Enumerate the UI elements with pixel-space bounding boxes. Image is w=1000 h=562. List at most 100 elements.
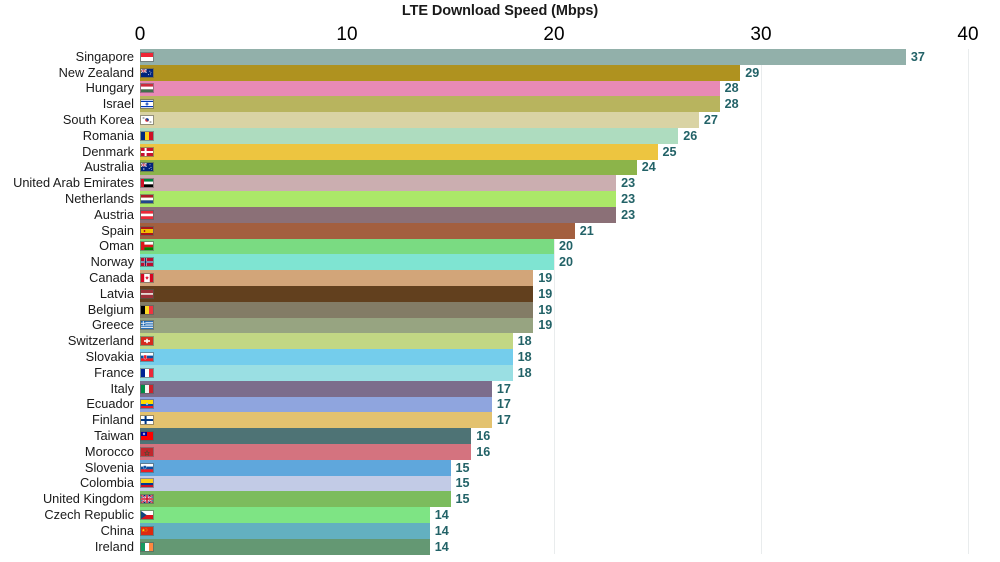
x-tick-label: 30: [750, 24, 772, 45]
country-label: Taiwan: [94, 428, 134, 444]
table-row: China 14: [0, 523, 1000, 539]
greece-flag: [140, 320, 154, 331]
country-label: Morocco: [84, 443, 134, 459]
bar: [140, 444, 472, 460]
oman-flag: [140, 241, 154, 252]
country-label: China: [100, 522, 134, 538]
bar: [140, 286, 534, 302]
country-label: Israel: [102, 96, 134, 112]
australia-flag: [140, 162, 154, 173]
table-row: Oman 20: [0, 238, 1000, 255]
table-row: South Korea 27: [0, 112, 1000, 128]
hungary-flag: [140, 83, 154, 94]
bar: [140, 538, 430, 555]
x-tick-label: 20: [543, 24, 565, 45]
table-row: Ecuador 17: [0, 396, 1000, 413]
bar-value-label: 20: [559, 239, 574, 254]
bar-value-label: 29: [745, 65, 760, 80]
table-row: Israel 28: [0, 96, 1000, 113]
table-row: Romania 26: [0, 128, 1000, 144]
czech-republic-flag: [140, 510, 154, 521]
bar: [140, 207, 617, 223]
denmark-flag: [140, 146, 154, 157]
country-label: Ireland: [94, 538, 134, 554]
bar: [140, 428, 472, 444]
x-tick-label: 10: [336, 24, 358, 45]
table-row: Slovenia 15: [0, 459, 1000, 476]
italy-flag: [140, 383, 154, 394]
table-row: Austria 23: [0, 207, 1000, 223]
table-row: Slovakia 18: [0, 349, 1000, 365]
bar-value-label: 28: [724, 81, 739, 96]
bar: [140, 270, 534, 286]
taiwan-flag: [140, 431, 154, 442]
bar-value-label: 24: [641, 160, 656, 175]
country-label: France: [94, 364, 134, 380]
country-label: United Kingdom: [42, 491, 134, 507]
bar-value-label: 23: [621, 176, 636, 191]
x-tick-label: 0: [134, 24, 146, 45]
south-korea-flag: [140, 115, 154, 126]
bar: [140, 507, 430, 523]
table-row: Australia 24: [0, 159, 1000, 176]
country-label: Singapore: [75, 48, 134, 64]
switzerland-flag: [140, 336, 154, 347]
table-row: Italy 17: [0, 380, 1000, 397]
country-label: Belgium: [87, 301, 134, 317]
table-row: Norway 20: [0, 254, 1000, 271]
bar-value-label: 25: [662, 144, 677, 159]
country-label: Slovenia: [84, 459, 134, 475]
bar-value-label: 28: [724, 97, 739, 112]
country-label: New Zealand: [58, 64, 134, 80]
table-row: Morocco 16: [0, 444, 1000, 460]
lte-download-speed-bar-chart: LTE Download Speed (Mbps) 0 10 20 30 40 Sing…: [0, 0, 1000, 562]
bar-value-label: 23: [621, 207, 636, 222]
country-label: Austria: [94, 206, 134, 222]
country-label: Slovakia: [85, 349, 134, 365]
bar-value-label: 17: [496, 397, 511, 412]
bar: [140, 333, 513, 350]
bar: [140, 143, 658, 160]
country-label: Hungary: [85, 80, 134, 96]
chart-title: LTE Download Speed (Mbps): [401, 3, 599, 19]
bar-value-label: 16: [476, 444, 491, 459]
table-row: Taiwan 16: [0, 428, 1000, 444]
country-label: Switzerland: [67, 333, 134, 349]
new-zealand-flag: [140, 67, 154, 78]
table-row: Latvia 19: [0, 286, 1000, 302]
israel-flag: [140, 99, 154, 110]
bar-value-label: 17: [496, 413, 511, 428]
bar-value-label: 19: [538, 302, 553, 317]
bar: [140, 80, 720, 97]
bar: [140, 459, 451, 476]
bar: [140, 365, 513, 381]
table-row: New Zealand 29: [0, 64, 1000, 81]
country-label: Greece: [92, 317, 134, 333]
country-label: Norway: [90, 254, 134, 270]
country-label: United Arab Emirates: [13, 175, 134, 191]
country-label: Oman: [99, 238, 134, 254]
bar-value-label: 27: [703, 113, 718, 128]
bar-value-label: 15: [455, 476, 470, 491]
bar-value-label: 21: [579, 223, 594, 238]
bar: [140, 254, 554, 271]
bar-value-label: 15: [455, 460, 470, 475]
china-flag: [140, 525, 154, 536]
singapore-flag: [140, 51, 154, 62]
table-row: Singapore 37: [0, 49, 1000, 65]
colombia-flag: [140, 478, 154, 489]
bar: [140, 238, 554, 255]
bar-value-label: 23: [621, 192, 636, 207]
bar-value-label: 20: [559, 255, 574, 270]
bar: [140, 412, 492, 429]
table-row: Czech Republic 14: [0, 507, 1000, 523]
latvia-flag: [140, 288, 154, 299]
bar: [140, 317, 534, 334]
united-kingdom-flag: [140, 494, 154, 505]
bar-value-label: 18: [517, 365, 532, 380]
table-row: Belgium 19: [0, 301, 1000, 318]
bar-value-label: 19: [538, 286, 553, 301]
bar: [140, 491, 451, 508]
bar: [140, 96, 720, 113]
france-flag: [140, 367, 154, 378]
